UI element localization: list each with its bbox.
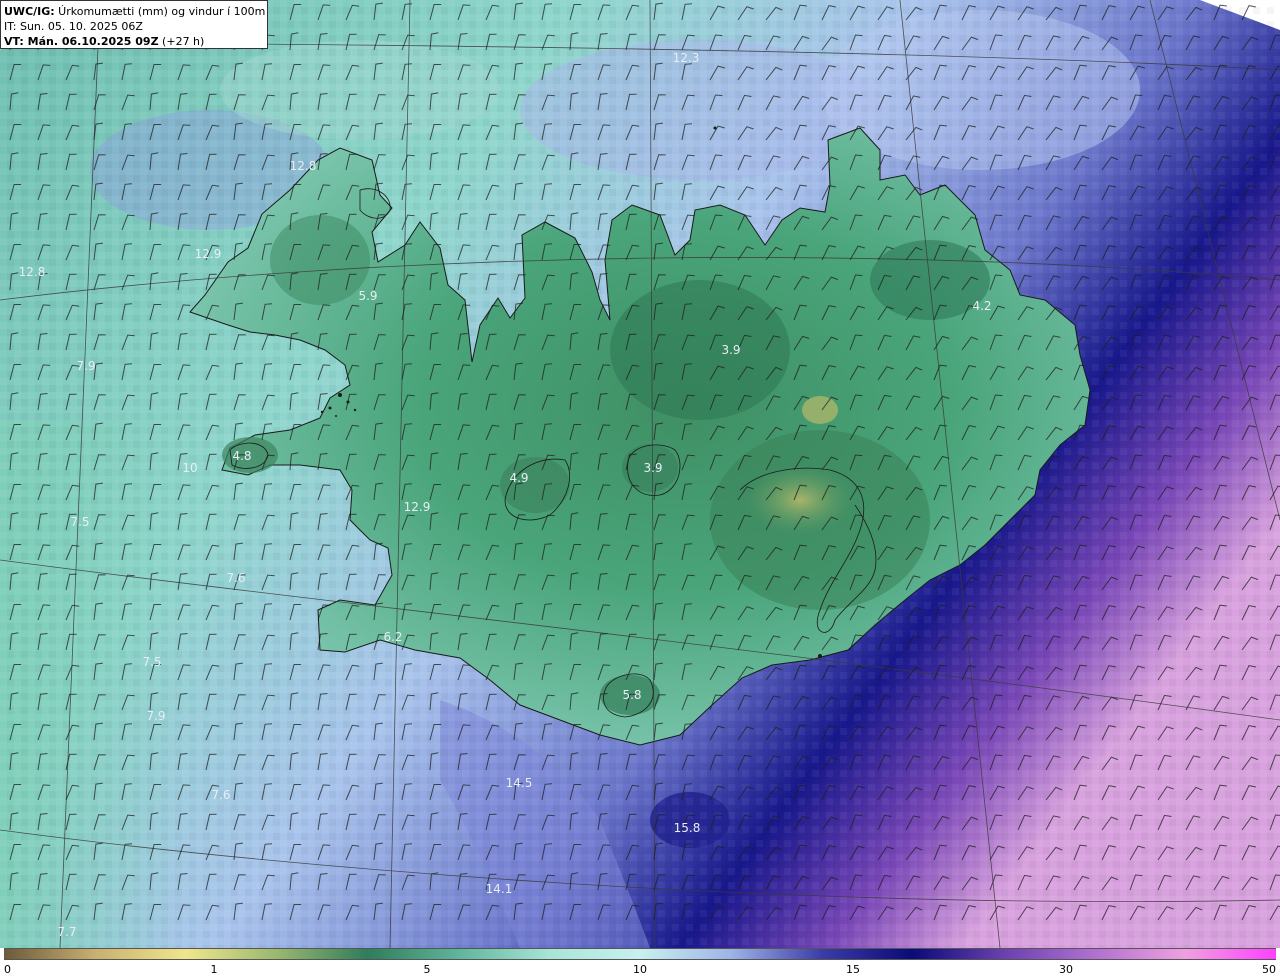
precip-value-label: 6.2 [383, 630, 403, 644]
precip-value-label: 3.9 [643, 461, 663, 475]
precip-value-label: 7.7 [57, 925, 77, 939]
legend-tick-30: 30 [1059, 963, 1073, 976]
precip-value-label: 7.9 [146, 709, 166, 723]
precip-value-label: 5.8 [622, 688, 642, 702]
legend-tick-50: 50 [1262, 963, 1276, 976]
legend-tick-1: 1 [210, 963, 218, 976]
color-legend: 0 1 5 10 15 30 50 [0, 948, 1280, 978]
precip-value-label: 12.8 [18, 265, 46, 279]
precip-value-label: 4.8 [232, 449, 252, 463]
precip-value-label: 5.9 [358, 289, 378, 303]
precip-value-label: 4.2 [972, 299, 992, 313]
legend-tick-5: 5 [423, 963, 431, 976]
precip-value-label: 12.8 [289, 159, 317, 173]
precip-value-label: 3.9 [721, 343, 741, 357]
map-header: UWC/IG: Úrkomumætti (mm) og vindur í 100… [0, 0, 268, 49]
precip-value-label: 7.9 [76, 359, 96, 373]
legend-tick-0: 0 [4, 963, 11, 976]
precip-value-label: 12.9 [194, 247, 222, 261]
precip-value-label: 7.5 [70, 515, 90, 529]
precip-value-label: 14.1 [485, 882, 513, 896]
precip-value-label: 14.5 [505, 776, 533, 790]
precip-value-label: 4.9 [509, 471, 529, 485]
precip-value-label: 10 [182, 461, 198, 475]
header-line-1: UWC/IG: Úrkomumætti (mm) og vindur í 100… [4, 5, 267, 18]
legend-colorbar [4, 948, 1276, 960]
precip-value-label: 7.6 [226, 571, 246, 585]
header-line-3: VT: Mán. 06.10.2025 09Z (+27 h) [4, 35, 205, 48]
header-line-2: IT: Sun. 05. 10. 2025 06Z [4, 20, 143, 33]
precip-value-label: 7.6 [211, 788, 231, 802]
precip-value-label: 15.8 [673, 821, 701, 835]
legend-tick-15: 15 [846, 963, 860, 976]
precip-value-label: 12.3 [672, 51, 700, 65]
precip-value-label: 12.9 [403, 500, 431, 514]
precip-value-label: 7.5 [142, 655, 162, 669]
legend-tick-10: 10 [633, 963, 647, 976]
